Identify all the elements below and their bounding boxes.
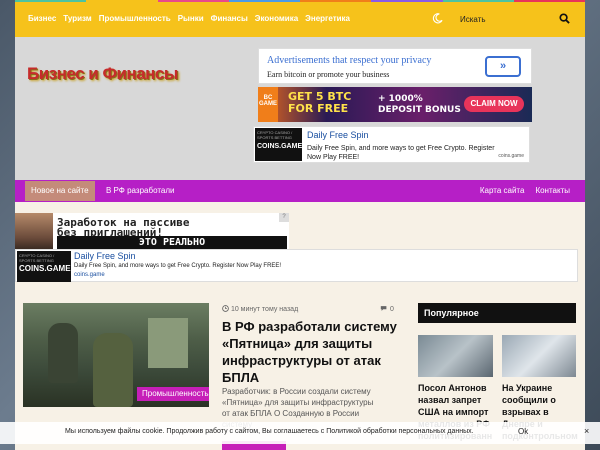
bcgame-bonus: + 1000% DEPOSIT BONUS bbox=[378, 94, 461, 116]
coins-game-logo-text: COINS.GAME bbox=[19, 264, 71, 273]
coins-game-ad-source: coins.game bbox=[498, 153, 524, 159]
coins-game-wide-ad-text: Daily Free Spin, and more ways to get Fr… bbox=[74, 263, 282, 269]
bcgame-bonus-line: + 1000% bbox=[378, 94, 423, 104]
cookie-notice-text: Мы используем файлы cookie. Продолжив ра… bbox=[65, 428, 474, 435]
article-time-text: 10 минут тому назад bbox=[230, 306, 299, 313]
banner-photo bbox=[15, 213, 53, 249]
coins-game-logo: CRYPTO CASINO / SPORTS BETTING COINS.GAM… bbox=[255, 128, 302, 161]
close-icon[interactable]: × bbox=[584, 426, 589, 436]
bcgame-headline-line: FOR FREE bbox=[288, 102, 349, 115]
coins-game-logo: CRYPTO CASINO / SPORTS BETTING COINS.GAM… bbox=[17, 251, 71, 282]
coins-game-logo-caption: CRYPTO CASINO / SPORTS BETTING bbox=[257, 130, 293, 140]
color-segment bbox=[157, 0, 229, 2]
dark-mode-moon-icon[interactable] bbox=[432, 13, 443, 24]
top-color-strip bbox=[15, 0, 585, 2]
coins-game-wide-ad[interactable]: CRYPTO CASINO / SPORTS BETTING COINS.GAM… bbox=[15, 249, 578, 282]
coins-game-logo-caption: CRYPTO CASINO / SPORTS BETTING bbox=[19, 253, 55, 263]
privacy-ad-title: Advertisements that respect your privacy bbox=[267, 55, 432, 66]
coins-game-ad[interactable]: CRYPTO CASINO / SPORTS BETTING COINS.GAM… bbox=[253, 126, 530, 163]
secondary-links: Карта сайта Контакты bbox=[480, 180, 570, 202]
nav-item-economy[interactable]: Экономика bbox=[255, 14, 298, 23]
coins-game-wide-ad-source[interactable]: coins.game bbox=[74, 272, 105, 278]
photo-equipment bbox=[148, 318, 188, 368]
cookie-accept-button[interactable]: Ok bbox=[518, 427, 528, 436]
bcgame-headline: GET 5 BTC FOR FREE bbox=[288, 91, 351, 115]
main-navigation: Новое на сайте В РФ разработали Карта са… bbox=[15, 180, 585, 202]
nav-item-tourism[interactable]: Туризм bbox=[63, 14, 91, 23]
color-segment bbox=[228, 0, 300, 2]
bcgame-ad-banner[interactable]: BC GAME GET 5 BTC FOR FREE + 1000% DEPOS… bbox=[258, 87, 532, 122]
article-time: 10 минут тому назад bbox=[222, 305, 298, 313]
article-title[interactable]: В РФ разработали систему «Пятница» для з… bbox=[222, 318, 402, 386]
nav-item-industry[interactable]: Промышленность bbox=[99, 14, 171, 23]
banner-highlight: ЭТО РЕАЛЬНО bbox=[57, 236, 287, 249]
color-segment bbox=[442, 0, 514, 2]
comment-count[interactable]: 0 bbox=[380, 305, 394, 313]
contacts-link[interactable]: Контакты bbox=[535, 180, 570, 202]
privacy-ad-forward-button[interactable]: » bbox=[485, 56, 521, 77]
whats-new-tab[interactable]: Новое на сайте bbox=[25, 181, 95, 201]
coins-game-ad-title[interactable]: Daily Free Spin bbox=[307, 130, 369, 140]
claim-now-button[interactable]: CLAIM NOW bbox=[464, 96, 524, 112]
passive-income-banner[interactable]: Заработок на пассиве без приглашений! ЭТ… bbox=[15, 213, 289, 249]
popular-thumbnail[interactable] bbox=[418, 335, 493, 377]
cookie-notice: Мы используем файлы cookie. Продолжив ра… bbox=[0, 422, 600, 444]
search-icon[interactable] bbox=[559, 13, 570, 24]
privacy-ad[interactable]: Advertisements that respect your privacy… bbox=[258, 48, 532, 84]
ad-info-badge[interactable]: ? bbox=[279, 213, 289, 222]
nav-item-markets[interactable]: Рынки bbox=[178, 14, 204, 23]
clock-icon bbox=[222, 305, 229, 312]
photo-figure bbox=[93, 333, 133, 407]
coins-game-logo-text: COINS.GAME bbox=[257, 143, 303, 150]
comment-count-value: 0 bbox=[389, 306, 394, 313]
color-segment bbox=[300, 0, 372, 2]
sitemap-link[interactable]: Карта сайта bbox=[480, 180, 525, 202]
photo-figure bbox=[48, 323, 78, 383]
search-input[interactable] bbox=[460, 11, 550, 27]
color-segment bbox=[371, 0, 443, 2]
color-segment bbox=[513, 0, 585, 2]
nav-item-finance[interactable]: Финансы bbox=[211, 14, 248, 23]
popular-thumbnail[interactable] bbox=[502, 335, 576, 377]
color-segment bbox=[86, 0, 158, 2]
nav-item-energy[interactable]: Энергетика bbox=[305, 14, 350, 23]
bcgame-bonus-line: DEPOSIT BONUS bbox=[378, 105, 461, 115]
news-ticker[interactable]: В РФ разработали bbox=[106, 180, 175, 202]
popular-heading: Популярное bbox=[418, 303, 576, 323]
article-photo[interactable]: Промышленность bbox=[23, 303, 209, 407]
privacy-ad-subtitle: Earn bitcoin or promote your business bbox=[267, 70, 390, 79]
coins-game-wide-ad-title[interactable]: Daily Free Spin bbox=[74, 251, 136, 261]
comment-icon bbox=[380, 306, 387, 311]
coins-game-ad-text: Daily Free Spin, and more ways to get Fr… bbox=[307, 145, 495, 161]
site-logo[interactable]: Бизнес и Финансы bbox=[27, 64, 178, 84]
color-segment bbox=[15, 0, 87, 2]
category-badge[interactable]: Промышленность bbox=[137, 387, 209, 401]
nav-item-business[interactable]: Бизнес bbox=[28, 14, 56, 23]
bcgame-logo: BC GAME bbox=[258, 87, 278, 122]
